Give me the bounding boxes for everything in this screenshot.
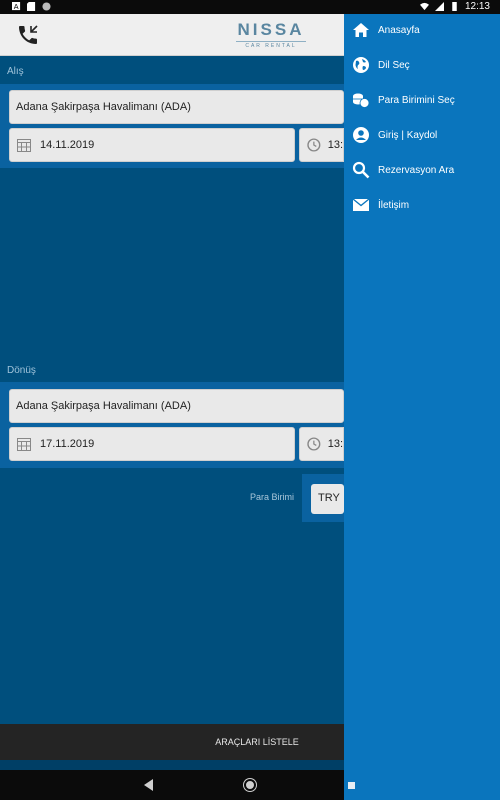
globe-icon bbox=[353, 57, 369, 73]
sync-icon bbox=[42, 2, 51, 11]
menu-item-label: Rezervasyon Ara bbox=[378, 164, 455, 176]
wifi-icon bbox=[419, 2, 429, 11]
menu-item-currency[interactable]: Para Birimini Seç bbox=[352, 89, 500, 111]
return-date-field[interactable]: 17.11.2019 bbox=[9, 427, 295, 461]
calendar-icon bbox=[17, 139, 31, 152]
pickup-label: Alış bbox=[7, 66, 24, 77]
sd-card-icon bbox=[27, 2, 36, 11]
logo-brand: NISSA bbox=[237, 20, 305, 39]
pickup-date-text: 14.11.2019 bbox=[40, 139, 95, 151]
back-icon[interactable] bbox=[144, 779, 154, 791]
user-icon bbox=[353, 127, 369, 143]
menu-item-label: Anasayfa bbox=[378, 24, 420, 36]
home-icon bbox=[353, 23, 369, 37]
status-bar: A 12:13 bbox=[0, 0, 500, 14]
logo-subtitle: CAR RENTAL bbox=[236, 41, 306, 49]
pickup-location-text: Adana Şakirpaşa Havalimanı (ADA) bbox=[16, 101, 191, 113]
notification-a-icon: A bbox=[12, 2, 21, 11]
clock-icon bbox=[307, 437, 321, 451]
menu-item-label: Para Birimini Seç bbox=[378, 94, 455, 106]
svg-text:A: A bbox=[14, 2, 19, 11]
pickup-time-field[interactable]: 13: bbox=[299, 128, 344, 162]
menu-item-contact[interactable]: İletişim bbox=[352, 194, 500, 216]
search-icon bbox=[352, 161, 370, 179]
navigation-drawer: Anasayfa Dil Seç Para Birimini Seç Giriş… bbox=[344, 14, 500, 800]
menu-item-language[interactable]: Dil Seç bbox=[352, 54, 500, 76]
menu-item-label: İletişim bbox=[378, 199, 410, 211]
return-location-field[interactable]: Adana Şakirpaşa Havalimanı (ADA) bbox=[9, 389, 344, 423]
currency-select[interactable]: TRY bbox=[311, 484, 344, 514]
return-location-text: Adana Şakirpaşa Havalimanı (ADA) bbox=[16, 400, 191, 412]
calendar-icon bbox=[17, 438, 31, 451]
return-date-text: 17.11.2019 bbox=[40, 438, 95, 450]
home-nav-icon[interactable] bbox=[244, 779, 256, 791]
recents-nav-icon[interactable] bbox=[348, 782, 355, 789]
signal-icon bbox=[434, 2, 444, 11]
battery-icon bbox=[452, 2, 457, 11]
pickup-panel: Adana Şakirpaşa Havalimanı (ADA) 14.11.2… bbox=[0, 84, 344, 168]
clock-icon bbox=[307, 138, 321, 152]
menu-item-search-reservation[interactable]: Rezervasyon Ara bbox=[352, 159, 500, 181]
return-label: Dönüş bbox=[7, 365, 36, 376]
nissa-logo: NISSA CAR RENTAL bbox=[236, 20, 306, 50]
menu-item-label: Dil Seç bbox=[378, 59, 410, 71]
return-time-field[interactable]: 13: bbox=[299, 427, 344, 461]
mail-icon bbox=[352, 198, 370, 211]
menu-item-label: Giriş | Kaydol bbox=[378, 129, 438, 141]
pickup-date-field[interactable]: 14.11.2019 bbox=[9, 128, 295, 162]
list-cars-button[interactable]: ARAÇLARI LİSTELE bbox=[0, 724, 344, 760]
pickup-location-field[interactable]: Adana Şakirpaşa Havalimanı (ADA) bbox=[9, 90, 344, 124]
pickup-time-text: 13: bbox=[327, 139, 343, 151]
coins-icon bbox=[353, 93, 370, 108]
menu-item-home[interactable]: Anasayfa bbox=[352, 19, 500, 41]
return-panel: Adana Şakirpaşa Havalimanı (ADA) 17.11.2… bbox=[0, 382, 344, 468]
bottom-spacer bbox=[0, 760, 344, 770]
status-time: 12:13 bbox=[464, 1, 490, 12]
menu-item-login[interactable]: Giriş | Kaydol bbox=[352, 124, 500, 146]
currency-label: Para Birimi bbox=[250, 492, 295, 502]
return-time-text: 13: bbox=[327, 438, 343, 450]
phone-call-icon[interactable] bbox=[16, 23, 40, 47]
